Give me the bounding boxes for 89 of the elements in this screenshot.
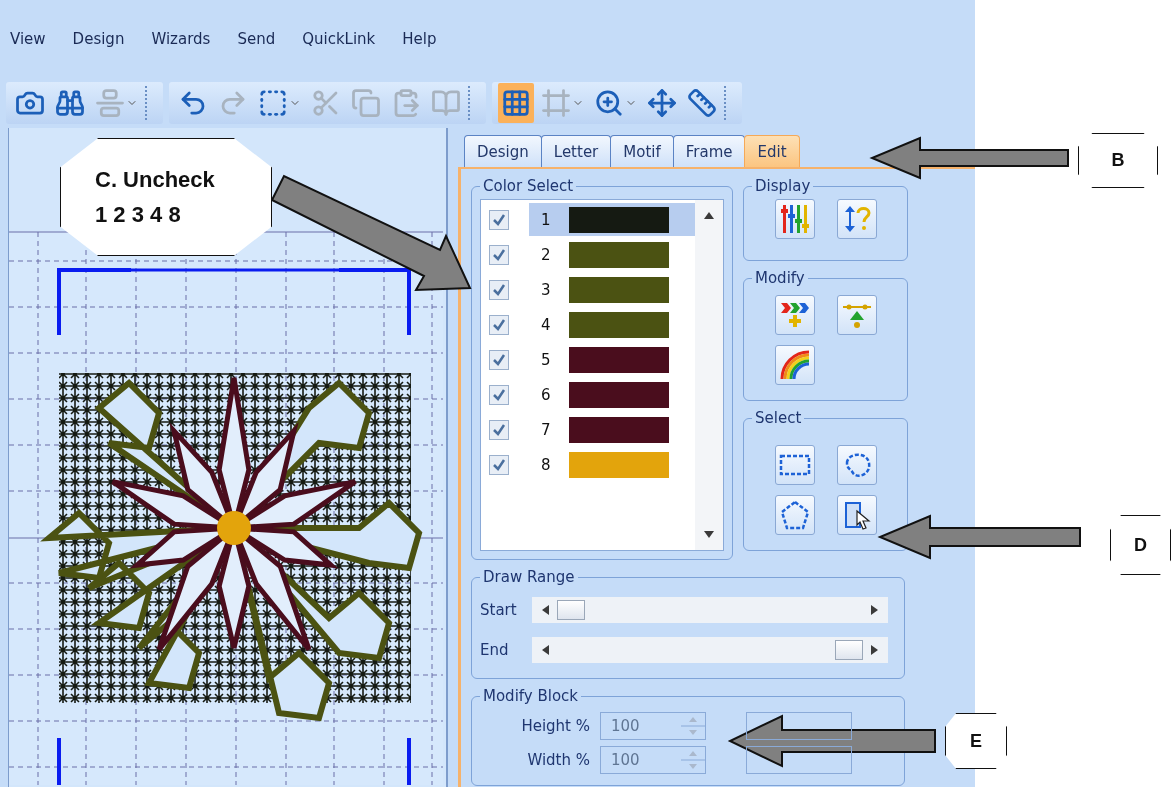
field-label: Width % — [526, 751, 590, 769]
color-sort-button[interactable] — [774, 199, 815, 239]
size-field[interactable] — [746, 712, 852, 740]
binoculars-icon — [55, 88, 85, 118]
menu-item[interactable]: Wizards — [151, 30, 224, 48]
rainbow-icon — [778, 349, 811, 381]
slider-thumb[interactable] — [557, 600, 586, 620]
polygon-select-icon — [778, 499, 811, 531]
insert-button[interactable] — [836, 295, 877, 335]
color-number: 1 — [540, 210, 552, 229]
color-number: 6 — [540, 385, 552, 404]
checkbox[interactable] — [489, 314, 509, 335]
scroll-up-icon — [703, 210, 715, 222]
menu-item[interactable]: Design — [72, 30, 138, 48]
tab[interactable]: Design — [464, 135, 542, 167]
book-icon — [431, 88, 461, 118]
group-title: Draw Range — [482, 568, 576, 586]
checkbox[interactable] — [489, 384, 509, 405]
right-arrow-icon — [868, 644, 880, 656]
grid-icon — [501, 88, 531, 118]
color-number: 5 — [540, 350, 552, 369]
left-arrow-icon — [540, 604, 552, 616]
group-title: Select — [754, 409, 803, 427]
color-number: 3 — [540, 280, 552, 299]
slider-track[interactable] — [532, 597, 888, 623]
copy-icon — [351, 88, 381, 118]
color-number: 7 — [540, 420, 552, 439]
slider-label: End — [480, 641, 510, 659]
slider-label: Start — [480, 601, 518, 619]
color-number: 8 — [540, 455, 552, 474]
ruler-icon — [687, 88, 717, 118]
color-row[interactable]: 1 — [529, 203, 695, 236]
scroll-down-icon — [703, 528, 715, 540]
right-arrow-icon — [868, 604, 880, 616]
field-label: Height % — [520, 717, 590, 735]
callout: C. Uncheck 1 2 3 4 8 — [60, 138, 272, 256]
callout: D — [1110, 515, 1171, 575]
color-row[interactable]: 7 — [529, 413, 695, 446]
checkbox[interactable] — [489, 419, 509, 440]
hoop-corner — [407, 738, 411, 785]
color-row[interactable]: 8 — [529, 448, 695, 481]
color-number: 4 — [540, 315, 552, 334]
menu-item[interactable]: View — [10, 30, 59, 48]
select-icon — [258, 88, 288, 118]
slider-thumb[interactable] — [834, 640, 863, 660]
zoom-icon — [594, 88, 624, 118]
lasso-select-button[interactable] — [836, 445, 877, 485]
group-title: Modify Block — [482, 687, 580, 705]
pointer-select-button[interactable] — [836, 495, 877, 535]
group-title: Display — [754, 177, 812, 195]
checkbox[interactable] — [489, 454, 509, 475]
align-icon — [95, 88, 125, 118]
color-row[interactable]: 3 — [529, 273, 695, 306]
merge-button[interactable] — [774, 295, 815, 335]
sliders-icon — [778, 203, 811, 235]
color-row[interactable]: 5 — [529, 343, 695, 376]
menu-item[interactable]: Send — [237, 30, 289, 48]
checkbox[interactable] — [489, 244, 509, 265]
group-title: Color Select — [482, 177, 575, 195]
design-canvas[interactable] — [8, 128, 448, 787]
move-icon — [647, 88, 677, 118]
rectangle-select-button[interactable] — [774, 445, 815, 485]
tab[interactable]: Letter — [540, 135, 612, 167]
size-field[interactable] — [746, 746, 852, 774]
callout: E — [945, 713, 1007, 769]
rectangle-select-icon — [778, 453, 811, 477]
slider-track[interactable] — [532, 637, 888, 663]
left-arrow-icon — [540, 644, 552, 656]
hoop-corner — [339, 268, 411, 335]
checkbox[interactable] — [489, 349, 509, 370]
menu-item[interactable]: QuickLink — [302, 30, 389, 48]
scrollbar[interactable] — [695, 200, 723, 550]
color-number: 2 — [540, 245, 552, 264]
menu-item[interactable]: Help — [402, 30, 450, 48]
color-row[interactable]: 4 — [529, 308, 695, 341]
tab[interactable]: Motif — [610, 135, 674, 167]
callout: B — [1078, 133, 1158, 188]
toolbar-button[interactable] — [498, 83, 534, 123]
color-row[interactable]: 2 — [529, 238, 695, 271]
info-button[interactable] — [836, 199, 877, 239]
checkbox[interactable] — [489, 209, 509, 230]
polygon-select-button[interactable] — [774, 495, 815, 535]
tab[interactable]: Edit — [744, 135, 800, 167]
tab[interactable]: Frame — [672, 135, 746, 167]
color-row[interactable]: 6 — [529, 378, 695, 411]
hoop-corner — [57, 738, 61, 785]
checkbox[interactable] — [489, 279, 509, 300]
group-title: Modify — [754, 269, 806, 287]
color-change-button[interactable] — [774, 345, 815, 385]
